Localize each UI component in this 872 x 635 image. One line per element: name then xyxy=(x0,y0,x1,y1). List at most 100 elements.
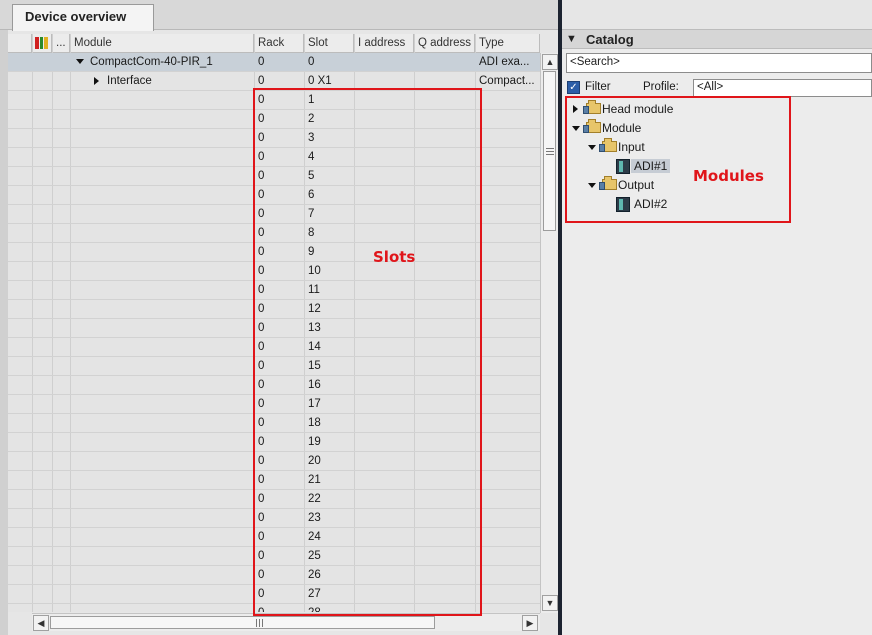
vertical-scroll-thumb[interactable] xyxy=(543,71,556,231)
rack-cell: 0 xyxy=(258,569,265,581)
tab-device-overview[interactable]: Device overview xyxy=(12,4,154,31)
table-row-slot[interactable]: 0 27 xyxy=(8,585,540,604)
slot-cell: 24 xyxy=(308,531,321,543)
table-row-slot[interactable]: 0 25 xyxy=(8,547,540,566)
rack-cell: 0 xyxy=(258,151,265,163)
tree-item-label: Head module xyxy=(602,102,674,116)
column-header-type[interactable]: Type xyxy=(475,34,540,53)
slot-cell: 18 xyxy=(308,417,321,429)
collapse-arrow-icon[interactable] xyxy=(588,183,596,188)
table-row-slot[interactable]: 0 10 xyxy=(8,262,540,281)
table-row-slot[interactable]: 0 15 xyxy=(8,357,540,376)
rack-cell: 0 xyxy=(258,284,265,296)
slot-cell: 4 xyxy=(308,151,315,163)
tree-item-label: ADI#1 xyxy=(631,159,671,173)
slot-cell: 21 xyxy=(308,474,321,486)
slot-cell: 20 xyxy=(308,455,321,467)
table-row-slot[interactable]: 06 xyxy=(8,186,540,205)
tree-item-label: Input xyxy=(618,140,645,154)
rack-cell: 0 xyxy=(258,493,265,505)
slot-cell: 5 xyxy=(308,170,315,182)
slot-cell: 6 xyxy=(308,189,315,201)
column-header-module[interactable]: Module xyxy=(70,34,254,53)
collapse-edge[interactable] xyxy=(0,30,8,635)
rack-cell: 0 xyxy=(258,588,265,600)
tree-item-module[interactable]: Module xyxy=(572,119,772,138)
rack-cell: 0 xyxy=(258,474,265,486)
table-row-slot[interactable]: 08 xyxy=(8,224,540,243)
slot-cell: 8 xyxy=(308,227,315,239)
table-row-slot[interactable]: 0 20 xyxy=(8,452,540,471)
module-icon xyxy=(616,197,630,212)
table-row-slot[interactable]: 028 xyxy=(8,604,540,612)
scroll-up-button[interactable]: ▲ xyxy=(542,54,558,70)
table-row-device[interactable]: CompactCom-40-PIR_1 0 0 ADI exa... xyxy=(8,53,540,72)
column-header-more[interactable]: ... xyxy=(52,34,70,53)
tree-item-adi2[interactable]: ADI#2 xyxy=(614,195,734,214)
table-row-slot[interactable]: 07 xyxy=(8,205,540,224)
table-row-slot[interactable]: 0 17 xyxy=(8,395,540,414)
table-row-slot[interactable]: 0 13 xyxy=(8,319,540,338)
collapse-arrow-icon[interactable] xyxy=(572,126,580,131)
column-header-i-address[interactable]: I address xyxy=(354,34,414,53)
table-row-slot[interactable]: 0 14 xyxy=(8,338,540,357)
type-cell: Compact... xyxy=(479,75,535,87)
collapse-arrow-icon[interactable] xyxy=(588,145,596,150)
rack-cell: 0 xyxy=(258,56,265,68)
catalog-search-input[interactable]: <Search> xyxy=(566,53,872,73)
horizontal-scroll-thumb[interactable] xyxy=(50,616,435,629)
filter-row: ✓ Filter Profile: <All> xyxy=(566,79,872,98)
profile-select[interactable]: <All> xyxy=(693,79,872,97)
table-row-slot[interactable]: 09 xyxy=(8,243,540,262)
expand-arrow-icon[interactable] xyxy=(76,59,84,65)
table-row-slot[interactable]: 0 18 xyxy=(8,414,540,433)
scroll-down-button[interactable]: ▼ xyxy=(542,595,558,611)
chevron-down-icon[interactable]: ▼ xyxy=(566,33,577,45)
expand-arrow-icon[interactable] xyxy=(573,105,578,113)
filter-checkbox[interactable]: ✓ xyxy=(567,81,580,94)
slot-cell: 19 xyxy=(308,436,321,448)
table-row-slot[interactable]: 0 22 xyxy=(8,490,540,509)
scroll-left-button[interactable]: ◀ xyxy=(33,615,49,631)
table-row-slot[interactable]: 0 19 xyxy=(8,433,540,452)
type-cell: ADI exa... xyxy=(479,56,530,68)
table-row-slot[interactable]: 01 xyxy=(8,91,540,110)
vertical-scrollbar[interactable]: ▲ ▼ xyxy=(540,53,558,613)
rack-cell: 0 xyxy=(258,227,265,239)
column-header-q-address[interactable]: Q address xyxy=(414,34,475,53)
table-row-interface[interactable]: Interface 0 0 X1 Compact... xyxy=(8,72,540,91)
table-row-slot[interactable]: 04 xyxy=(8,148,540,167)
profile-label: Profile: xyxy=(643,81,679,93)
tree-item-input[interactable]: Input xyxy=(588,138,768,157)
slot-cell: 27 xyxy=(308,588,321,600)
table-row-slot[interactable]: 0 16 xyxy=(8,376,540,395)
tree-item-head-module[interactable]: Head module xyxy=(572,100,772,119)
table-row-slot[interactable]: 02 xyxy=(8,110,540,129)
table-row-slot[interactable]: 0 26 xyxy=(8,566,540,585)
slot-cell: 0 X1 xyxy=(308,75,332,87)
table-row-slot[interactable]: 0 12 xyxy=(8,300,540,319)
catalog-header[interactable]: ▼ Catalog xyxy=(562,29,872,49)
scroll-right-button[interactable]: ▶ xyxy=(522,615,538,631)
table-row-slot[interactable]: 0 23 xyxy=(8,509,540,528)
column-header-diagnostics[interactable] xyxy=(32,34,52,53)
table-row-slot[interactable]: 0 21 xyxy=(8,471,540,490)
horizontal-scrollbar[interactable]: ◀ ▶ xyxy=(32,613,540,631)
slot-cell: 28 xyxy=(304,604,354,612)
slot-cell: 11 xyxy=(308,284,320,296)
tree-item-label: Output xyxy=(618,178,655,192)
expand-arrow-icon[interactable] xyxy=(94,76,99,85)
slot-cell: 3 xyxy=(308,132,315,144)
table-row-slot[interactable]: 0 24 xyxy=(8,528,540,547)
column-header-rack[interactable]: Rack xyxy=(254,34,304,53)
column-header-slot[interactable]: Slot xyxy=(304,34,354,53)
table-row-slot[interactable]: 03 xyxy=(8,129,540,148)
slot-cell: 7 xyxy=(308,208,315,220)
rack-cell: 0 xyxy=(254,604,304,612)
rack-cell: 0 xyxy=(258,303,265,315)
module-cell: Interface xyxy=(70,72,254,91)
table-row-slot[interactable]: 0 11 xyxy=(8,281,540,300)
table-row-slot[interactable]: 05 xyxy=(8,167,540,186)
rack-cell: 0 xyxy=(258,113,265,125)
rack-cell: 0 xyxy=(258,75,265,87)
